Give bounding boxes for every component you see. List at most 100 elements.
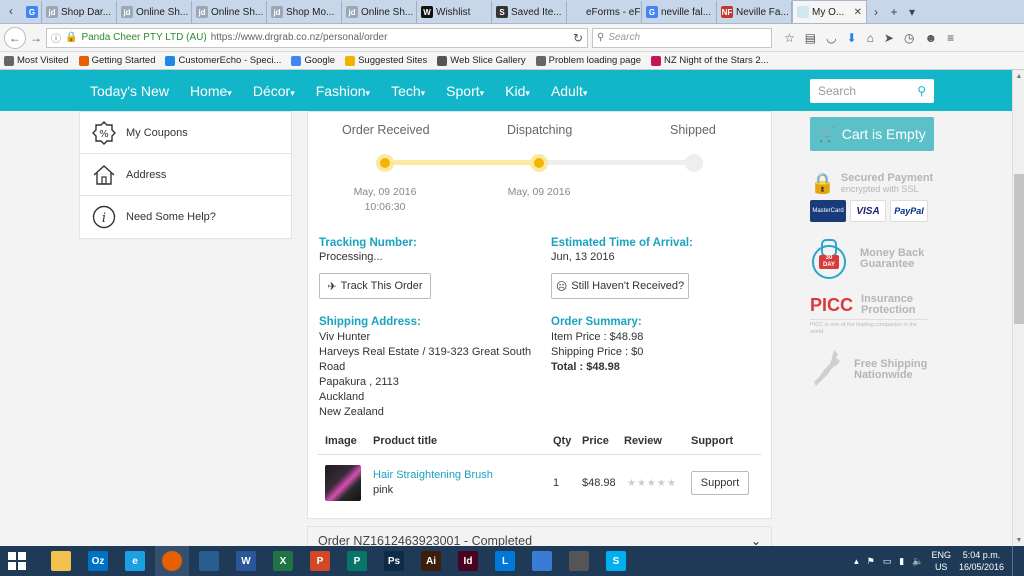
bookmark-item[interactable]: Google: [291, 55, 335, 66]
site-search-placeholder: Search: [818, 84, 857, 98]
browser-tab[interactable]: My O... ✕: [792, 0, 867, 23]
app-blue[interactable]: [192, 546, 226, 576]
indesign-app[interactable]: Id: [451, 546, 485, 576]
tab-label: My O...: [812, 6, 845, 18]
site-menu-item[interactable]: Décor▾: [253, 83, 295, 99]
flag-icon[interactable]: ⚑: [867, 556, 875, 567]
menu-icon[interactable]: ≡: [947, 31, 954, 45]
step-dot-received: [376, 154, 394, 172]
collapsed-order-row[interactable]: Order NZ1612463923001 - Completed ⌄: [307, 526, 772, 546]
forward-button[interactable]: →: [30, 31, 42, 45]
scroll-up-arrow[interactable]: ▲: [1013, 70, 1024, 82]
network-app[interactable]: [525, 546, 559, 576]
site-menu-item[interactable]: Fashion▾: [316, 83, 370, 99]
illustrator-app[interactable]: Ai: [414, 546, 448, 576]
excel-app[interactable]: X: [266, 546, 300, 576]
search-icon[interactable]: ⚲: [917, 84, 926, 98]
account-sidebar: % My Coupons Address i Need Some Help?: [79, 111, 292, 239]
bookmark-item[interactable]: CustomerEcho - Speci...: [165, 55, 281, 66]
scrollbar-thumb[interactable]: [1014, 174, 1024, 324]
reading-list-icon[interactable]: ▤: [805, 31, 816, 45]
outlook-app[interactable]: Oz: [81, 546, 115, 576]
product-title-link[interactable]: Hair Straightening Brush: [373, 468, 553, 483]
lync-app[interactable]: L: [488, 546, 522, 576]
browser-tab[interactable]: G: [22, 1, 42, 23]
volume-icon[interactable]: 🔈: [912, 556, 923, 567]
show-desktop-button[interactable]: [1012, 546, 1018, 576]
product-table-header: Image Product title Qty Price Review Sup…: [318, 427, 761, 455]
site-menu-item[interactable]: Sport▾: [446, 83, 484, 99]
support-button[interactable]: Support: [691, 471, 749, 495]
page-scrollbar[interactable]: ▲ ▼: [1012, 70, 1024, 546]
ie-app[interactable]: e: [118, 546, 152, 576]
publisher-app[interactable]: P: [340, 546, 374, 576]
tab-scroll-right-button[interactable]: ›: [867, 1, 885, 23]
browser-tab[interactable]: eForms - eFor...: [567, 1, 642, 23]
browser-tab[interactable]: Gneville fal...: [642, 1, 717, 23]
display-icon[interactable]: ▭: [883, 556, 892, 567]
powerpoint-app[interactable]: P: [303, 546, 337, 576]
scroll-down-arrow[interactable]: ▼: [1013, 534, 1024, 546]
bookmark-item[interactable]: Most Visited: [4, 55, 69, 66]
site-menu-item[interactable]: Adult▾: [551, 83, 587, 99]
url-text[interactable]: https://www.drgrab.co.nz/personal/order: [211, 32, 388, 43]
progress-line-pending: [539, 160, 694, 165]
tab-label: neville fal...: [661, 6, 712, 18]
sidebar-item-address[interactable]: Address: [80, 154, 291, 196]
site-menu-item[interactable]: Tech▾: [391, 83, 425, 99]
start-button[interactable]: [0, 546, 34, 576]
pocket-icon[interactable]: ◡: [826, 31, 836, 45]
browser-tab[interactable]: jd Shop Dar...: [42, 1, 117, 23]
browser-tab[interactable]: jd Online Sh...: [192, 1, 267, 23]
close-tab-icon[interactable]: ✕: [854, 7, 862, 18]
photoshop-app[interactable]: Ps: [377, 546, 411, 576]
clock[interactable]: 5:04 p.m. 16/05/2016: [959, 549, 1004, 573]
explorer-app[interactable]: [44, 546, 78, 576]
browser-tab[interactable]: W Wishlist: [417, 1, 492, 23]
sidebar-item-help[interactable]: i Need Some Help?: [80, 196, 291, 238]
browser-tab[interactable]: jd Online Sh...: [342, 1, 417, 23]
cart-button[interactable]: 🛒 Cart is Empty: [810, 117, 934, 151]
download-icon[interactable]: ⬇: [847, 31, 857, 45]
back-button[interactable]: ←: [4, 26, 26, 49]
site-menu-item[interactable]: Kid▾: [505, 83, 530, 99]
skype-app[interactable]: S: [599, 546, 633, 576]
bookmark-item[interactable]: Getting Started: [78, 55, 155, 66]
bookmark-star-icon[interactable]: ☆: [784, 31, 795, 45]
site-menu-item[interactable]: Today's New: [90, 83, 169, 99]
bookmark-item[interactable]: Web Slice Gallery: [437, 55, 526, 66]
send-icon[interactable]: ➤: [884, 31, 894, 45]
rating-stars[interactable]: ★★★★★: [627, 478, 691, 489]
bookmark-item[interactable]: NZ Night of the Stars 2...: [651, 55, 769, 66]
tab-list-button[interactable]: ▾: [903, 1, 921, 23]
network-icon[interactable]: ▮: [899, 556, 904, 567]
new-tab-button[interactable]: +: [885, 1, 903, 23]
bookmark-item[interactable]: Problem loading page: [535, 55, 641, 66]
tab-scroll-left-button[interactable]: ‹: [0, 0, 22, 23]
site-search-input[interactable]: Search ⚲: [810, 79, 934, 103]
track-order-button[interactable]: ✈ Track This Order: [319, 273, 431, 299]
word-app[interactable]: W: [229, 546, 263, 576]
chevron-down-icon[interactable]: ⌄: [751, 534, 761, 546]
game-app[interactable]: [562, 546, 596, 576]
reload-icon[interactable]: ↻: [573, 31, 583, 45]
url-bar[interactable]: ⓘ 🔒 Panda Cheer PTY LTD (AU) https://www…: [46, 27, 588, 48]
browser-tab[interactable]: jd Online Sh...: [117, 1, 192, 23]
product-thumbnail[interactable]: [325, 465, 361, 501]
firefox-app[interactable]: [155, 546, 189, 576]
history-icon[interactable]: ◷: [904, 31, 914, 45]
browser-search-field[interactable]: ⚲ Search: [592, 27, 772, 48]
bookmark-item[interactable]: Suggested Sites: [345, 55, 427, 66]
browser-tab[interactable]: jd Shop Mo...: [267, 1, 342, 23]
browser-tab[interactable]: S Saved Ite...: [492, 1, 567, 23]
not-received-button[interactable]: ☹ Still Haven't Received?: [551, 273, 689, 299]
chat-icon[interactable]: ☻: [924, 31, 937, 45]
tab-label: Wishlist: [436, 6, 471, 18]
tray-expand-icon[interactable]: ▴: [854, 556, 859, 567]
language-indicator[interactable]: ENG US: [931, 549, 951, 573]
sidebar-item-coupons[interactable]: % My Coupons: [80, 112, 291, 154]
home-icon[interactable]: ⌂: [867, 31, 874, 45]
site-menu-item[interactable]: Home▾: [190, 83, 232, 99]
system-tray: ▴ ⚑ ▭ ▮ 🔈 ENG US 5:04 p.m. 16/05/2016: [854, 546, 1024, 576]
browser-tab[interactable]: NF Neville Fa...: [717, 1, 792, 23]
